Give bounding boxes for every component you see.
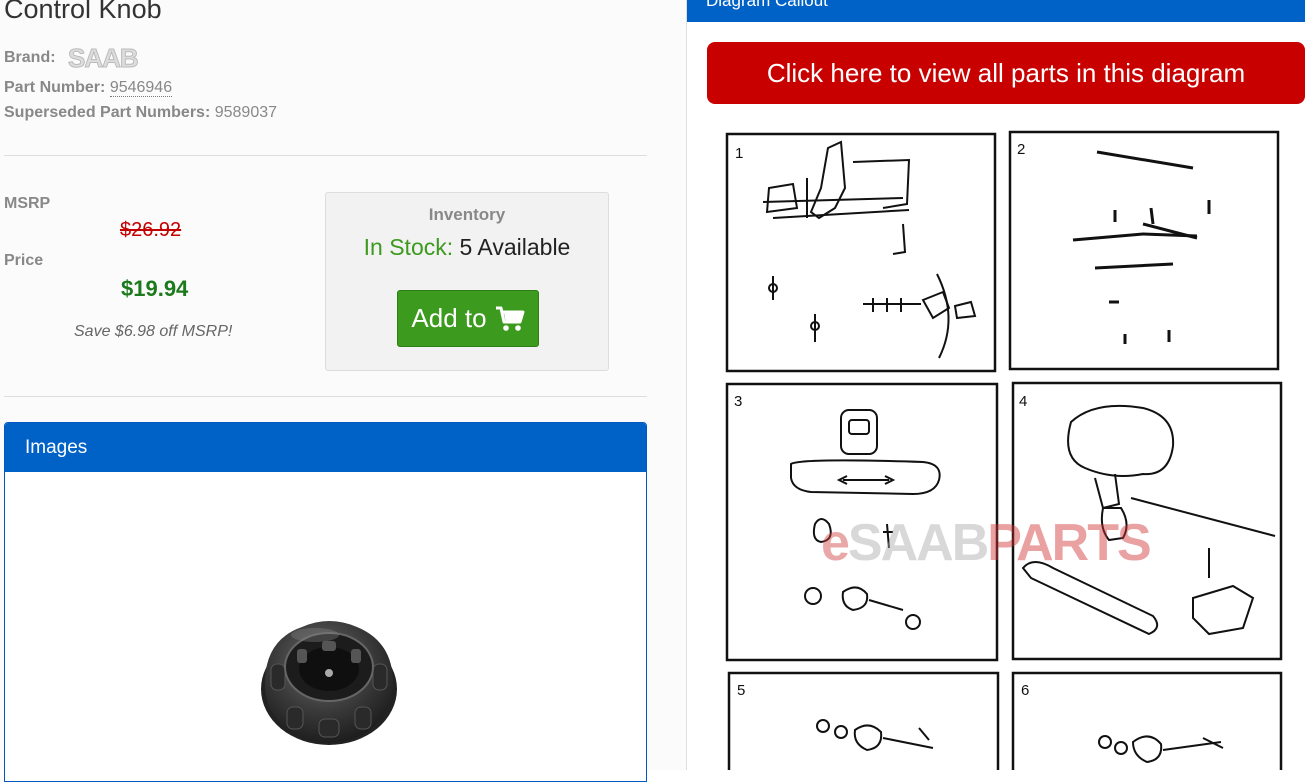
panel-number: 6 <box>1021 682 1029 699</box>
images-panel: Images <box>4 422 647 782</box>
page-title: Control Knob <box>4 0 162 24</box>
brand-row: Brand: SAAB <box>4 45 164 71</box>
superseded-row: Superseded Part Numbers: 9589037 <box>4 104 277 122</box>
panel-number: 4 <box>1019 393 1027 410</box>
msrp-label: MSRP <box>4 195 51 212</box>
part-number-link[interactable]: 9546946 <box>109 79 173 97</box>
panel-number: 1 <box>735 145 743 162</box>
watermark-e: e <box>821 514 850 572</box>
inventory-box: Inventory In Stock: 5 Available Add to <box>325 192 609 371</box>
diagram-panel-6 <box>1011 671 1283 770</box>
available-count: 5 Available <box>459 234 571 260</box>
price-value: $19.94 <box>121 276 189 301</box>
cart-icon <box>495 306 525 331</box>
diagram-art-5-6 <box>816 719 1224 764</box>
product-details: Control Knob Brand: SAAB Part Number: 95… <box>0 0 686 782</box>
part-number-label: Part Number: <box>4 79 106 96</box>
diagram-panel-1 <box>725 132 997 373</box>
divider <box>4 396 647 397</box>
watermark-saab: SAAB <box>847 514 989 572</box>
brand-label: Brand: <box>4 49 56 67</box>
diagram-panel-2 <box>1008 130 1280 371</box>
divider <box>4 155 647 156</box>
brand-logo-text: SAAB <box>68 45 138 71</box>
msrp-value: $26.92 <box>120 219 182 241</box>
add-to-cart-label: Add to <box>411 303 487 333</box>
panel-number: 3 <box>734 393 742 410</box>
brand-logo[interactable]: SAAB <box>66 45 164 71</box>
images-panel-title: Images <box>5 423 646 472</box>
diagram-art-2 <box>1072 150 1211 344</box>
view-all-parts-button[interactable]: Click here to view all parts in this dia… <box>707 42 1305 104</box>
superseded-value: 9589037 <box>214 104 278 121</box>
watermark-parts: PARTS <box>987 514 1151 572</box>
diagram-callout: Diagram Callout Click here to view all p… <box>686 0 1305 770</box>
diagram-callout-title: Diagram Callout <box>687 0 1305 22</box>
diagram-art-1 <box>762 140 977 359</box>
price-label: Price <box>4 252 44 269</box>
parts-diagram[interactable]: 1 2 3 4 5 6 <box>723 128 1283 770</box>
watermark: eSAABPARTS <box>821 513 1152 573</box>
diagram-panel-5 <box>727 671 1000 770</box>
inventory-title: Inventory <box>428 205 506 224</box>
panel-number: 2 <box>1017 141 1025 158</box>
product-photo[interactable] <box>257 609 401 749</box>
in-stock-label: In Stock: <box>363 234 454 260</box>
part-number-row: Part Number: 9546946 <box>4 79 173 97</box>
panel-number: 5 <box>737 682 745 699</box>
savings-text: Save $6.98 off MSRP! <box>74 323 233 340</box>
add-to-cart-button[interactable]: Add to <box>397 290 539 347</box>
superseded-label: Superseded Part Numbers: <box>4 104 211 121</box>
stock-status: In Stock: 5 Available <box>326 234 608 261</box>
